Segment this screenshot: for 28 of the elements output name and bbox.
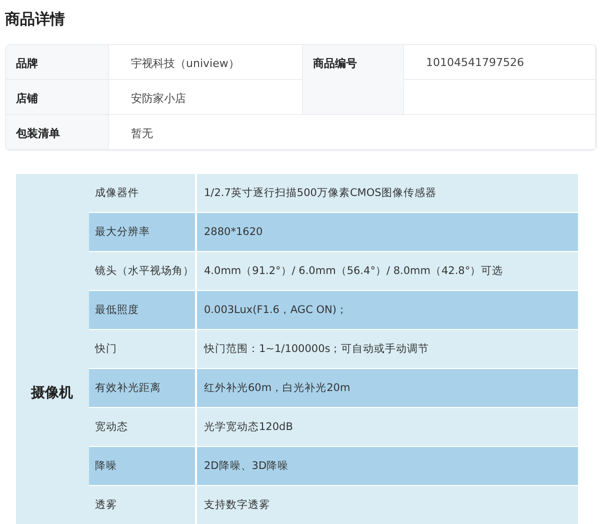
- spec-value-cell: 支持数字透雾: [197, 486, 578, 524]
- label-cell: 商品编号: [303, 45, 404, 115]
- spec-value-cell: 1/2.7英寸逐行扫描500万像素CMOS图像传感器: [197, 174, 578, 213]
- value-cell: 安防家小店: [109, 80, 303, 115]
- label-cell: 品牌: [6, 45, 109, 80]
- spec-name-cell: 最大分辨率: [89, 213, 197, 252]
- category-cell: 摄像机: [16, 174, 89, 524]
- value-cell: 宇视科技（uniview）: [109, 45, 303, 80]
- spec-name-cell: 快门: [89, 330, 197, 369]
- spec-value-cell: 光学宽动态120dB: [197, 408, 578, 447]
- spec-name-cell: 最低照度: [89, 291, 197, 330]
- section-title: 商品详情: [5, 9, 66, 30]
- spec-value-cell: 0.003Lux(F1.6，AGC ON)；: [197, 291, 578, 330]
- value-cell: 暂无: [109, 115, 596, 150]
- spec-value-cell: 快门范围：1~1/100000s；可自动或手动调节: [197, 330, 578, 369]
- spec-name-cell: 透雾: [89, 486, 197, 524]
- label-cell: 店铺: [6, 80, 109, 115]
- value-cell: 10104541797526: [404, 45, 596, 80]
- spec-name-cell: 成像器件: [89, 174, 197, 213]
- spec-value-cell: 红外补光60m，白光补光20m: [197, 369, 578, 408]
- spec-name-cell: 有效补光距离: [89, 369, 197, 408]
- spec-value-cell: 2D降噪、3D降噪: [197, 447, 578, 486]
- spec-name-cell: 宽动态: [89, 408, 197, 447]
- label-cell: 包装清单: [6, 115, 109, 150]
- spec-value-cell: 2880*1620: [197, 213, 578, 252]
- spec-name-cell: 镜头（水平视场角）: [89, 252, 197, 291]
- spec-name-cell: 降噪: [89, 447, 197, 486]
- spec-value-cell: 4.0mm（91.2°）/ 6.0mm（56.4°）/ 8.0mm（42.8°）可选: [197, 252, 578, 291]
